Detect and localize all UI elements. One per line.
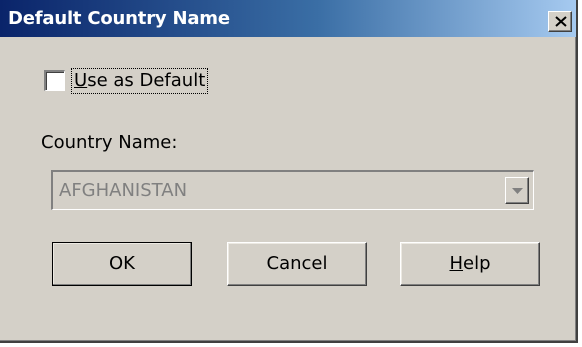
help-button[interactable]: Help <box>400 242 540 286</box>
ok-button[interactable]: OK <box>52 242 192 286</box>
dropdown-arrow-button[interactable] <box>505 177 529 204</box>
country-name-value: AFGHANISTAN <box>59 180 188 201</box>
close-button[interactable] <box>548 11 572 32</box>
cancel-button[interactable]: Cancel <box>227 242 367 286</box>
country-name-label: Country Name: <box>41 132 178 153</box>
help-text: elp <box>463 253 491 274</box>
window-title: Default Country Name <box>8 8 230 29</box>
help-mnemonic: H <box>449 253 464 274</box>
country-name-dropdown[interactable]: AFGHANISTAN <box>51 170 534 210</box>
dialog-window: Default Country Name Use as Default Coun… <box>0 0 578 343</box>
use-as-default-checkbox[interactable] <box>44 70 65 91</box>
use-as-default-mnemonic: U <box>74 70 88 91</box>
use-as-default-label[interactable]: Use as Default <box>71 68 209 94</box>
title-bar[interactable]: Default Country Name <box>0 0 576 37</box>
use-as-default-text: se as Default <box>87 70 206 91</box>
chevron-down-icon <box>512 188 523 194</box>
close-icon <box>555 16 567 27</box>
